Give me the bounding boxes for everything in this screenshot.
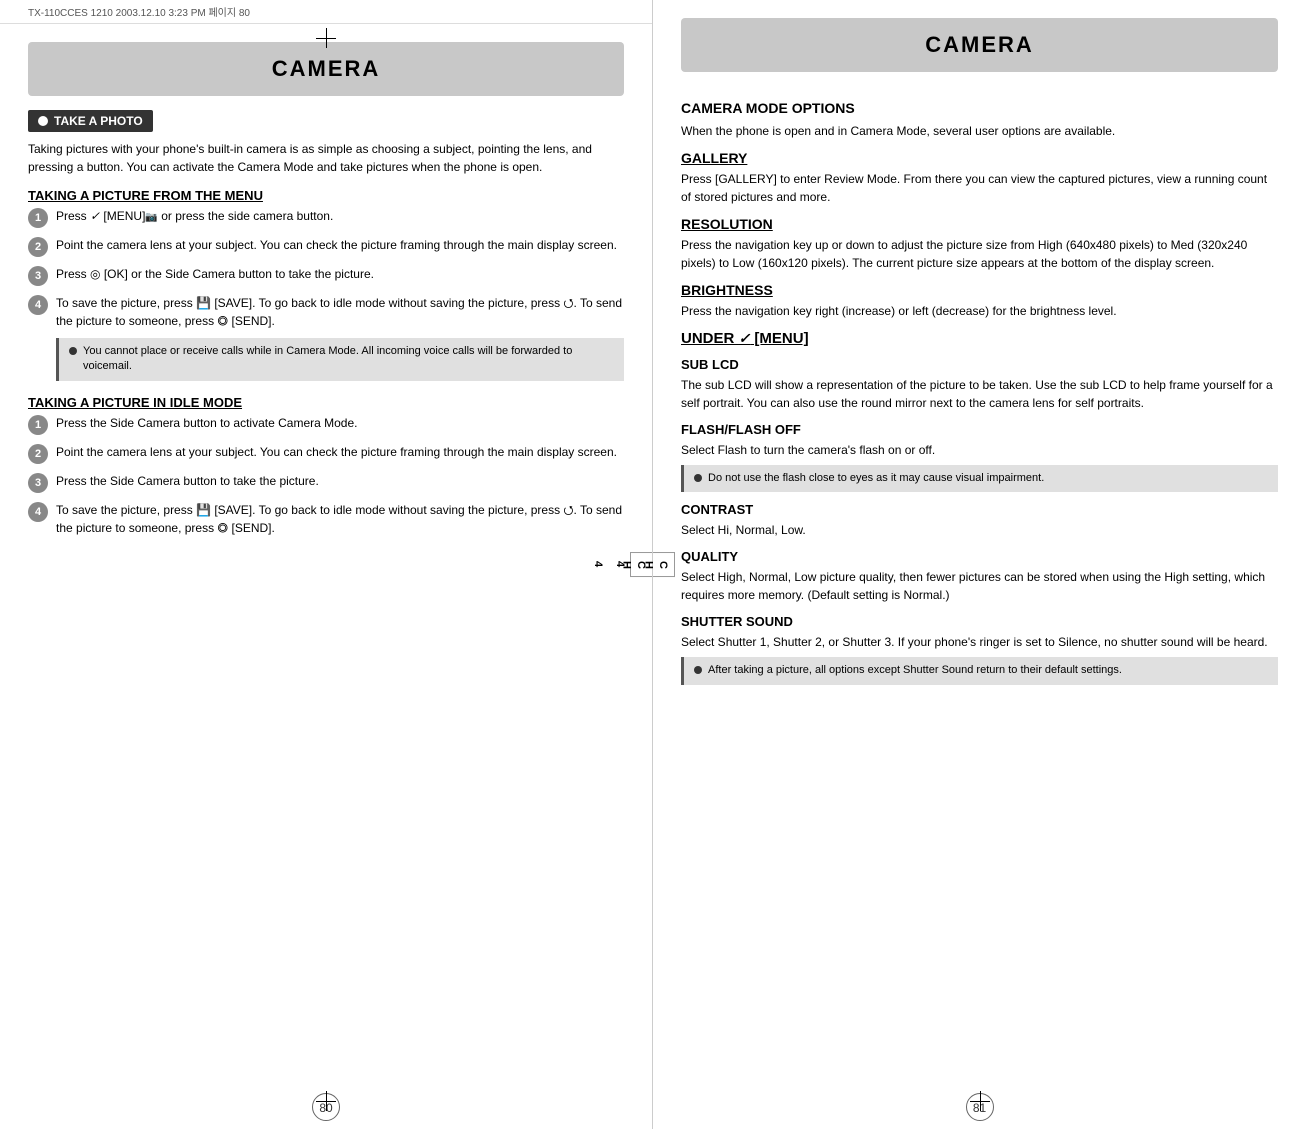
contrast-title: CONTRAST (681, 502, 1278, 517)
step-idle-2-num: 2 (28, 444, 48, 464)
shutter-title: SHUTTER SOUND (681, 614, 1278, 629)
file-info-text: TX-110CCES 1210 2003.12.10 3:23 PM 페이지 8… (28, 8, 250, 19)
contrast-text: Select Hi, Normal, Low. (681, 521, 1278, 539)
step-idle-4-num: 4 (28, 502, 48, 522)
flash-text: Select Flash to turn the camera's flash … (681, 441, 1278, 459)
right-chapter-tab-text: CH4 (614, 561, 669, 569)
brightness-title: BRIGHTNESS (681, 282, 1278, 298)
right-page-title: CAMERA (925, 32, 1034, 57)
step-menu-2-num: 2 (28, 237, 48, 257)
brightness-text: Press the navigation key right (increase… (681, 302, 1278, 320)
step-menu-4: 4 To save the picture, press 💾 [SAVE]. T… (28, 294, 624, 330)
reg-mark-bottom-right (970, 1091, 990, 1111)
reg-mark-top-left (316, 28, 336, 48)
under-menu-title: UNDER ✓ [MENU] (681, 330, 1278, 347)
step-idle-3-text: Press the Side Camera button to take the… (56, 472, 319, 490)
resolution-title: RESOLUTION (681, 216, 1278, 232)
step-idle-2: 2 Point the camera lens at your subject.… (28, 443, 624, 464)
step-menu-2-text: Point the camera lens at your subject. Y… (56, 236, 617, 254)
note-text-2: Do not use the flash close to eyes as it… (708, 471, 1044, 486)
step-menu-1-num: 1 (28, 208, 48, 228)
step-menu-4-num: 4 (28, 295, 48, 315)
step-idle-1-num: 1 (28, 415, 48, 435)
note-bullet-2 (694, 474, 702, 482)
step-menu-3-text: Press ◎ [OK] or the Side Camera button t… (56, 265, 374, 283)
steps-menu-list: 1 Press ✓ [MENU]📷 or press the side came… (28, 207, 624, 330)
quality-text: Select High, Normal, Low picture quality… (681, 568, 1278, 604)
note-bullet-3 (694, 666, 702, 674)
right-page: CAMERA CAMERA MODE OPTIONS When the phon… (653, 0, 1306, 1129)
note-text-3: After taking a picture, all options exce… (708, 663, 1122, 678)
section1-title: TAKING A PICTURE FROM THE MENU (28, 188, 624, 203)
left-page-content: TAKE A PHOTO Taking pictures with your p… (0, 96, 652, 1085)
reg-mark-bottom-left (316, 1091, 336, 1111)
sub-lcd-text: The sub LCD will show a representation o… (681, 376, 1278, 412)
quality-title: QUALITY (681, 549, 1278, 564)
left-page: TX-110CCES 1210 2003.12.10 3:23 PM 페이지 8… (0, 0, 653, 1129)
left-page-header: CAMERA (28, 42, 624, 96)
step-idle-3-num: 3 (28, 473, 48, 493)
note-box-3: After taking a picture, all options exce… (681, 657, 1278, 684)
camera-mode-intro: When the phone is open and in Camera Mod… (681, 122, 1278, 140)
shutter-text: Select Shutter 1, Shutter 2, or Shutter … (681, 633, 1278, 651)
right-page-content: CAMERA MODE OPTIONS When the phone is op… (653, 72, 1306, 1085)
step-idle-4-text: To save the picture, press 💾 [SAVE]. To … (56, 501, 624, 537)
section2-title: TAKING A PICTURE IN IDLE MODE (28, 395, 624, 410)
right-page-header: CAMERA (681, 18, 1278, 72)
note-bullet-1 (69, 347, 77, 355)
step-menu-3-num: 3 (28, 266, 48, 286)
take-a-photo-heading: TAKE A PHOTO (28, 110, 153, 132)
resolution-text: Press the navigation key up or down to a… (681, 236, 1278, 272)
note-box-1: You cannot place or receive calls while … (56, 338, 624, 381)
step-menu-1: 1 Press ✓ [MENU]📷 or press the side came… (28, 207, 624, 228)
take-a-photo-label: TAKE A PHOTO (54, 114, 143, 128)
step-menu-3: 3 Press ◎ [OK] or the Side Camera button… (28, 265, 624, 286)
left-page-title: CAMERA (272, 56, 381, 81)
step-idle-1-text: Press the Side Camera button to activate… (56, 414, 357, 432)
intro-text: Taking pictures with your phone's built-… (28, 140, 624, 176)
step-idle-2-text: Point the camera lens at your subject. Y… (56, 443, 617, 461)
step-idle-3: 3 Press the Side Camera button to take t… (28, 472, 624, 493)
note-text-1: You cannot place or receive calls while … (83, 344, 614, 375)
gallery-title: GALLERY (681, 150, 1278, 166)
camera-mode-options-title: CAMERA MODE OPTIONS (681, 100, 1278, 116)
right-chapter-tab: CH4 (653, 552, 675, 578)
gallery-text: Press [GALLERY] to enter Review Mode. Fr… (681, 170, 1278, 206)
note-box-2: Do not use the flash close to eyes as it… (681, 465, 1278, 492)
step-idle-1: 1 Press the Side Camera button to activa… (28, 414, 624, 435)
sub-lcd-title: SUB LCD (681, 357, 1278, 372)
step-idle-4: 4 To save the picture, press 💾 [SAVE]. T… (28, 501, 624, 537)
step-menu-1-text: Press ✓ [MENU]📷 or press the side camera… (56, 207, 333, 225)
step-menu-2: 2 Point the camera lens at your subject.… (28, 236, 624, 257)
take-a-photo-bullet (38, 116, 48, 126)
steps-idle-list: 1 Press the Side Camera button to activa… (28, 414, 624, 537)
flash-title: FLASH/FLASH OFF (681, 422, 1278, 437)
file-info-bar: TX-110CCES 1210 2003.12.10 3:23 PM 페이지 8… (0, 0, 652, 24)
step-menu-4-text: To save the picture, press 💾 [SAVE]. To … (56, 294, 624, 330)
page-spread: TX-110CCES 1210 2003.12.10 3:23 PM 페이지 8… (0, 0, 1306, 1129)
